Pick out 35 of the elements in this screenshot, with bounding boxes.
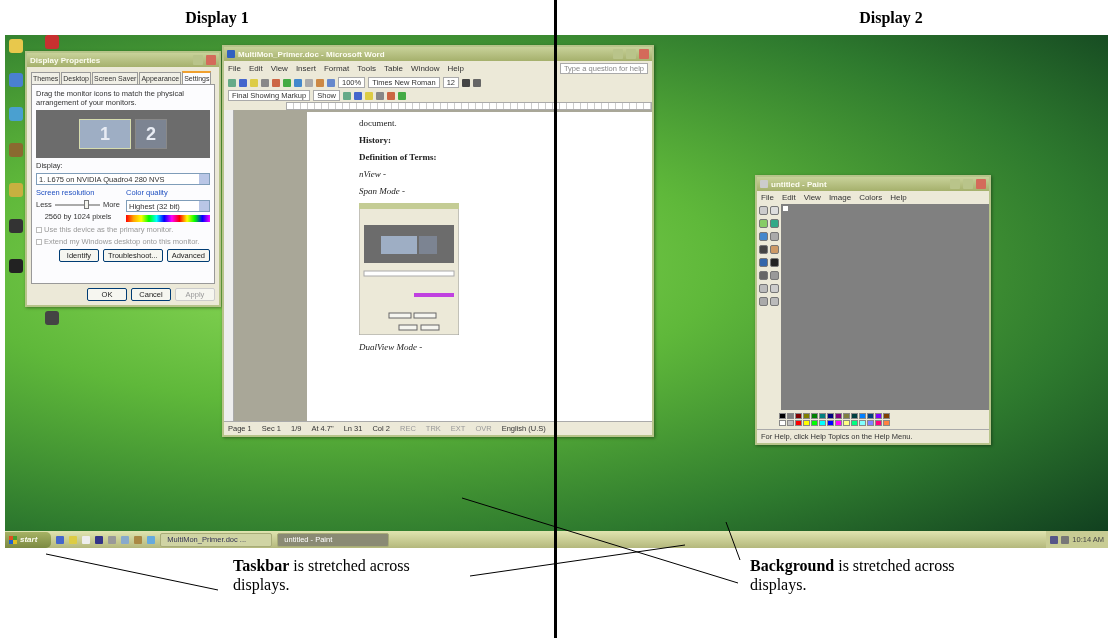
term-text: DualView Mode -	[359, 342, 423, 352]
menu-item[interactable]: Edit	[248, 64, 263, 73]
term-text: Span Mode -	[359, 186, 405, 196]
window-title: untitled - Paint	[771, 179, 828, 189]
document-heading: History:	[359, 135, 391, 145]
menu-item[interactable]: Window	[411, 64, 440, 73]
term-text: nView -	[359, 169, 387, 179]
desktop-shortcut-icon[interactable]	[9, 259, 23, 273]
menu-item[interactable]: Format	[323, 64, 350, 73]
menu-item[interactable]: File	[761, 193, 774, 202]
menu-item[interactable]: Insert	[295, 64, 316, 73]
paper-thumbnail	[783, 206, 788, 211]
annotation-text: Background is stretched across displays.	[750, 556, 956, 594]
window-title: MultiMon_Primer.doc - Microsoft Word	[238, 49, 386, 59]
menu-item[interactable]: Help	[447, 64, 464, 73]
menu-item[interactable]: Help	[890, 193, 907, 202]
menu-item[interactable]: Tools	[357, 64, 376, 73]
menu-item[interactable]: Image	[828, 193, 852, 202]
annotation-text: Taskbar is stretched across displays.	[233, 556, 411, 594]
resolution-slider[interactable]	[54, 203, 100, 206]
menu-item[interactable]: View	[270, 64, 288, 73]
document-text: document.	[359, 118, 397, 128]
desktop-shortcut-icon[interactable]	[9, 219, 23, 233]
menu-item[interactable]: Colors	[859, 193, 883, 202]
windows-flag-icon	[9, 535, 17, 544]
window-title: Display Properties	[30, 55, 102, 65]
display-heading: Display 1	[184, 8, 250, 27]
desktop-shortcut-icon[interactable]	[9, 39, 23, 53]
desktop-shortcut-icon[interactable]	[45, 311, 59, 325]
menu-item[interactable]: Table	[383, 64, 404, 73]
menu-item[interactable]: Edit	[781, 193, 796, 202]
document-heading: Definition of Terms:	[359, 152, 437, 162]
menu-item[interactable]: File	[228, 64, 241, 73]
menu-item[interactable]: View	[803, 193, 821, 202]
display-heading: Display 2	[858, 8, 924, 27]
